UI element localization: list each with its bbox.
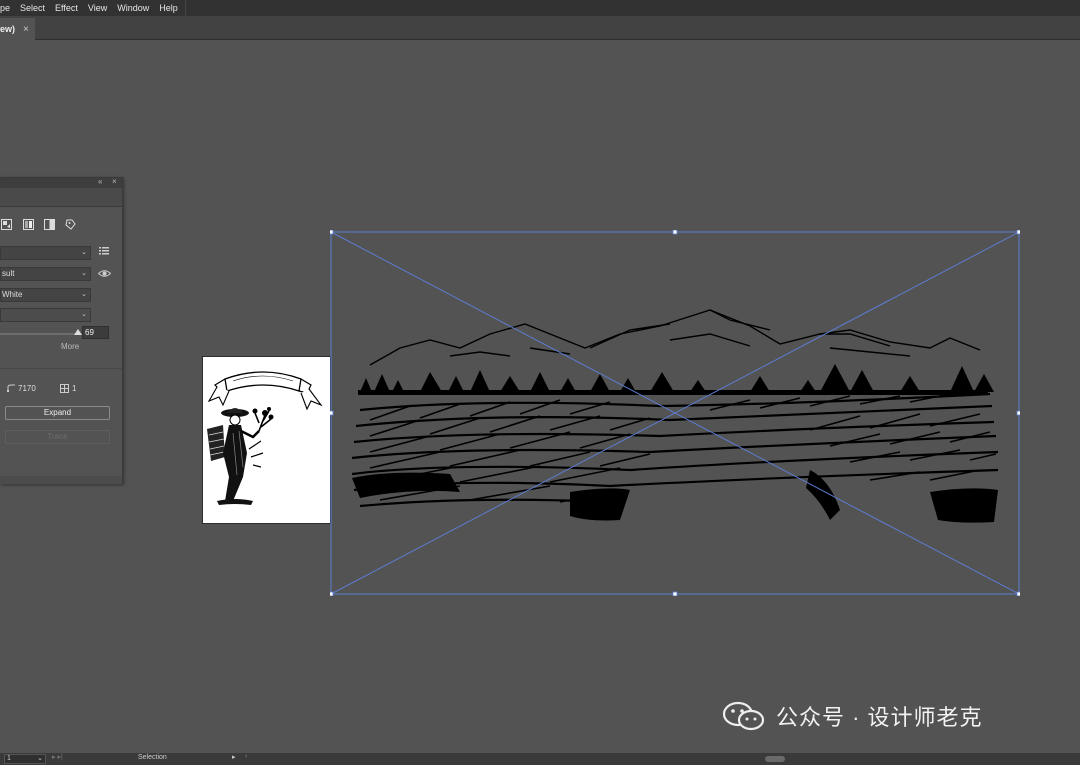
mountains-outline: [369, 309, 981, 366]
threshold-input[interactable]: 69: [82, 326, 109, 339]
scroll-left-icon[interactable]: ‹: [245, 753, 247, 760]
artboard-number-field[interactable]: 1 ⌄: [4, 754, 46, 764]
watermark-text: 公众号 · 设计师老克: [776, 705, 983, 730]
chevron-down-icon: ⌄: [81, 270, 87, 277]
trace-button: Trace: [5, 430, 110, 444]
chevron-down-icon: ⌄: [81, 311, 87, 318]
menu-item-effect[interactable]: Effect: [50, 3, 83, 13]
chevron-down-icon: ⌄: [81, 249, 87, 256]
chevron-down-icon: ⌄: [37, 755, 43, 762]
black-white-icon[interactable]: [44, 219, 55, 230]
view-dropdown-value: sult: [2, 269, 15, 278]
menu-item-select[interactable]: Select: [15, 3, 50, 13]
menu-item-window[interactable]: Window: [112, 3, 154, 13]
wechat-logo-icon: [722, 701, 765, 731]
tree-line: [358, 364, 994, 395]
threshold-slider-handle[interactable]: [74, 329, 82, 335]
view-dropdown[interactable]: sult ⌄: [0, 267, 91, 281]
mode-dropdown[interactable]: White ⌄: [0, 288, 91, 302]
grayscale-icon[interactable]: [23, 219, 34, 230]
panel-header[interactable]: « ×: [0, 177, 122, 188]
farmer-illustration-image: [207, 371, 323, 505]
colors-count: 1: [72, 384, 77, 393]
status-menu-arrow-icon[interactable]: ▸: [232, 753, 236, 761]
paths-icon: [7, 384, 15, 392]
menu-bar: pe Select Effect View Window Help: [0, 0, 1080, 16]
outline-icon[interactable]: [65, 219, 76, 230]
colors-icon: [60, 384, 69, 393]
panel-footer: [0, 476, 122, 484]
document-tab[interactable]: ew) ×: [0, 18, 35, 40]
chevron-down-icon: ⌄: [81, 291, 87, 298]
horizontal-scrollbar-thumb[interactable]: [765, 756, 785, 762]
paths-count: 7170: [18, 384, 36, 393]
threshold-slider-track[interactable]: [0, 333, 78, 335]
mode-dropdown-value: White: [2, 290, 23, 299]
menu-item-type[interactable]: pe: [0, 3, 15, 13]
menu-item-view[interactable]: View: [83, 3, 112, 13]
palette-dropdown: ⌄: [0, 308, 91, 322]
menubar-divider: [185, 0, 186, 16]
close-icon[interactable]: ×: [112, 177, 117, 186]
expand-button[interactable]: Expand: [5, 406, 110, 420]
close-icon[interactable]: ×: [23, 24, 29, 35]
auto-color-icon[interactable]: [1, 219, 12, 230]
status-bar: 1 ⌄ ▸ ▸| Selection ▸ ‹: [0, 753, 1080, 765]
menu-item-help[interactable]: Help: [154, 3, 183, 13]
panel-divider: [0, 368, 122, 369]
current-tool-label: Selection: [138, 754, 167, 761]
field-shadows: [352, 470, 998, 523]
more-label[interactable]: More: [61, 342, 79, 351]
collapse-icon[interactable]: «: [98, 177, 102, 186]
traced-landscape-artwork[interactable]: [330, 230, 1020, 596]
eye-icon[interactable]: [98, 269, 111, 278]
image-trace-panel: « × ⌄ sult ⌄ White ⌄ ⌄ 69 More 7170 1 Ex…: [0, 177, 123, 484]
document-tab-label: ew): [0, 24, 16, 34]
preset-dropdown[interactable]: ⌄: [0, 246, 91, 260]
source-image-artboard[interactable]: [202, 356, 331, 524]
artboard-number-value: 1: [7, 755, 11, 762]
panel-tab-strip: [0, 188, 122, 207]
document-tab-bar: ew) ×: [0, 16, 1080, 40]
artboard-nav-arrows-icon[interactable]: ▸ ▸|: [52, 753, 63, 761]
watermark: 公众号 · 设计师老克: [722, 700, 983, 732]
preset-list-icon[interactable]: [99, 247, 109, 255]
